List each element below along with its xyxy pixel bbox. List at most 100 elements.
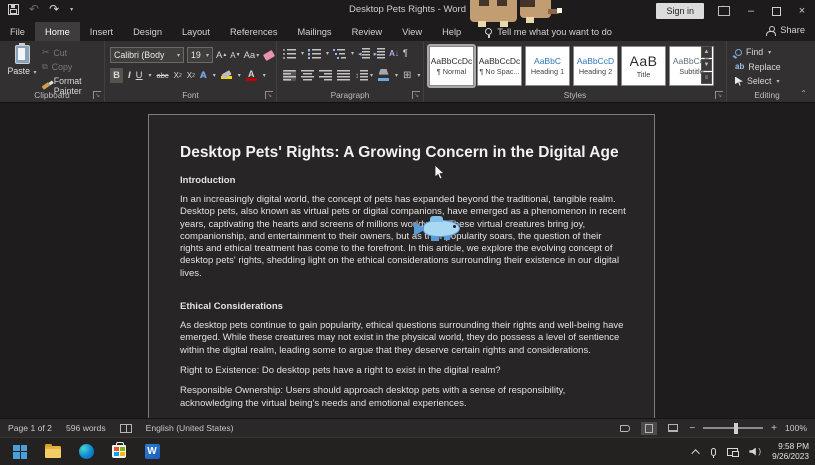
strikethrough-button[interactable]: abc	[157, 71, 169, 80]
maximize-button[interactable]	[772, 7, 781, 16]
subscript-button[interactable]: X2	[174, 71, 182, 80]
tab-insert[interactable]: Insert	[80, 22, 123, 41]
paste-button[interactable]: Paste ▾	[6, 45, 38, 89]
change-case-button[interactable]: Aa▾	[244, 50, 260, 61]
text-effects-button[interactable]: A	[200, 70, 207, 81]
numbering-icon[interactable]	[308, 48, 321, 59]
language-indicator[interactable]: English (United States)	[146, 423, 234, 433]
document-page[interactable]: Desktop Pets' Rights: A Growing Concern …	[148, 114, 655, 418]
file-explorer-button[interactable]	[43, 441, 63, 463]
zoom-in-icon[interactable]: +	[771, 423, 777, 434]
word-count[interactable]: 596 words	[66, 423, 106, 433]
tab-review[interactable]: Review	[342, 22, 392, 41]
styles-scroll-up-icon[interactable]: ▲	[701, 46, 712, 58]
styles-dialog-launcher-icon[interactable]: ↘	[715, 91, 723, 99]
word-window: ↶ ↷ ▾ Desktop Pets Rights - Word Sign in…	[0, 0, 815, 465]
replace-button[interactable]: ab Replace	[735, 62, 781, 72]
tab-references[interactable]: References	[220, 22, 288, 41]
line-spacing-icon[interactable]: ↕▾	[355, 70, 373, 81]
style-title[interactable]: AaBTitle	[621, 46, 666, 86]
web-layout-icon[interactable]	[665, 422, 681, 435]
microphone-icon[interactable]	[711, 448, 716, 456]
paragraph-dialog-launcher-icon[interactable]: ↘	[412, 91, 420, 99]
edge-button[interactable]	[76, 441, 96, 463]
multilevel-list-icon[interactable]	[333, 48, 346, 59]
align-right-icon[interactable]	[319, 70, 332, 81]
close-button[interactable]: ×	[795, 5, 809, 17]
font-group: Calibri (Body▾ 19▾ A▲ A▼ Aa▾ B I U▾ abc …	[105, 41, 277, 102]
grow-font-button[interactable]: A▲	[216, 50, 227, 61]
cut-button[interactable]: ✂ Cut	[42, 47, 104, 58]
editing-group: Find▾ ab Replace Select▾ Editing	[727, 41, 807, 102]
folder-icon	[45, 446, 61, 458]
proofing-icon[interactable]	[120, 424, 132, 433]
styles-more-icon[interactable]: ≡	[701, 72, 712, 84]
zoom-slider-thumb[interactable]	[734, 423, 738, 434]
share-button[interactable]: Share	[766, 25, 805, 35]
font-dialog-launcher-icon[interactable]: ↘	[265, 91, 273, 99]
shading-icon[interactable]	[378, 69, 389, 81]
taskbar-clock[interactable]: 9:58 PM 9/26/2023	[772, 442, 809, 461]
italic-button[interactable]: I	[128, 70, 131, 81]
align-center-icon[interactable]	[301, 70, 314, 81]
style--no-spac-[interactable]: AaBbCcDc¶ No Spac...	[477, 46, 522, 86]
document-paragraph: Right to Existence: Do desktop pets have…	[180, 365, 627, 377]
justify-icon[interactable]	[337, 70, 350, 81]
print-layout-icon[interactable]	[641, 422, 657, 435]
copy-button[interactable]: ⧉ Copy	[42, 62, 104, 72]
zoom-level[interactable]: 100%	[785, 423, 807, 433]
tab-layout[interactable]: Layout	[172, 22, 220, 41]
font-name-combobox[interactable]: Calibri (Body▾	[110, 47, 184, 63]
ribbon-tab-row: FileHomeInsertDesignLayoutReferencesMail…	[0, 22, 815, 41]
increase-indent-icon[interactable]: ▸	[374, 48, 386, 59]
shrink-font-button[interactable]: A▼	[230, 51, 240, 60]
font-size-combobox[interactable]: 19▾	[187, 47, 213, 63]
clear-formatting-icon[interactable]	[263, 49, 275, 60]
collapse-ribbon-icon[interactable]: ⌃	[800, 89, 807, 98]
desktop-pet-sprite[interactable]	[464, 0, 562, 28]
minimize-button[interactable]: –	[744, 5, 758, 17]
align-left-icon[interactable]	[283, 70, 296, 81]
sign-in-button[interactable]: Sign in	[656, 3, 704, 19]
clipboard-dialog-launcher-icon[interactable]: ↘	[93, 91, 101, 99]
style-heading-2[interactable]: AaBbCcDHeading 2	[573, 46, 618, 86]
fish-pet-sprite[interactable]	[414, 216, 470, 243]
bold-button[interactable]: B	[110, 68, 123, 83]
decrease-indent-icon[interactable]: ◂	[358, 48, 370, 59]
read-mode-icon[interactable]	[617, 422, 633, 435]
start-button[interactable]	[10, 441, 30, 463]
word-taskbar-button[interactable]: W	[142, 441, 162, 463]
tray-chevron-icon[interactable]	[692, 449, 700, 457]
find-button[interactable]: Find▾	[735, 47, 781, 57]
sort-icon[interactable]: A↓	[389, 49, 399, 58]
style-heading-1[interactable]: AaBbCHeading 1	[525, 46, 570, 86]
underline-dropdown-icon[interactable]: ▾	[149, 72, 152, 79]
show-hide-pilcrow-icon[interactable]: ¶	[403, 48, 408, 59]
zoom-out-icon[interactable]: −	[689, 423, 695, 434]
document-content: Desktop Pets' Rights: A Growing Concern …	[180, 144, 627, 410]
tab-design[interactable]: Design	[123, 22, 172, 41]
underline-button[interactable]: U	[136, 70, 143, 81]
tell-me-box[interactable]: Tell me what you want to do	[485, 27, 612, 37]
speaker-icon[interactable]: )	[749, 447, 761, 456]
tab-mailings[interactable]: Mailings	[287, 22, 341, 41]
ribbon-display-options-icon[interactable]	[718, 6, 730, 16]
styles-scroll-down-icon[interactable]: ▼	[701, 59, 712, 71]
select-button[interactable]: Select▾	[735, 76, 781, 86]
highlight-button[interactable]	[221, 72, 232, 79]
tab-home[interactable]: Home	[35, 22, 80, 41]
tab-view[interactable]: View	[392, 22, 432, 41]
borders-icon[interactable]: ⊞	[403, 70, 411, 81]
zoom-slider[interactable]	[703, 427, 763, 429]
bullets-icon[interactable]	[283, 48, 296, 59]
font-color-button[interactable]: A	[246, 70, 257, 81]
page-indicator[interactable]: Page 1 of 2	[8, 423, 52, 433]
paragraph-group: ▾ ▾ ▾ ◂ ▸ A↓ ¶ ↕▾ ▾ ⊞▾ Paragraph ↘	[277, 41, 424, 102]
tell-me-label: Tell me what you want to do	[497, 27, 612, 37]
network-icon[interactable]	[727, 448, 738, 456]
superscript-button[interactable]: X2	[187, 71, 195, 80]
ribbon: Paste ▾ ✂ Cut ⧉ Copy Format Painter Clip…	[0, 41, 815, 103]
style--normal[interactable]: AaBbCcDc¶ Normal	[429, 46, 474, 86]
store-button[interactable]	[109, 441, 129, 463]
tab-file[interactable]: File	[0, 22, 35, 41]
